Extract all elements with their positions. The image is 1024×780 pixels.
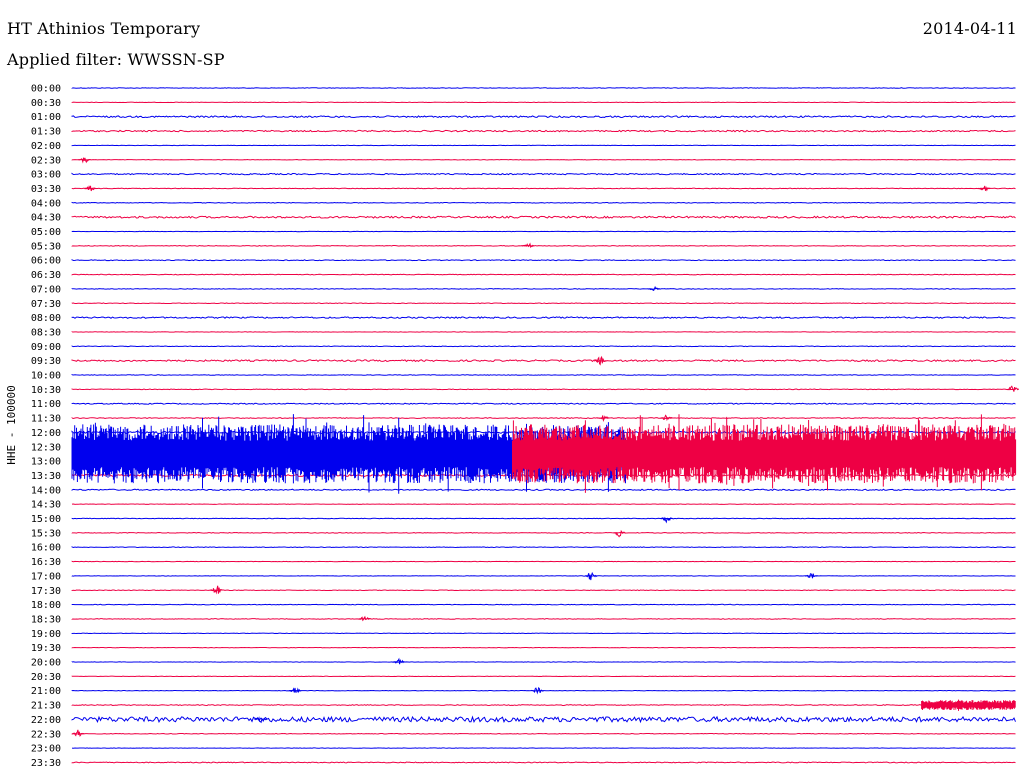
row-label: 07:00 [31, 284, 61, 295]
row-label: 04:00 [31, 198, 61, 209]
row-label: 13:30 [31, 471, 61, 482]
row-label: 16:00 [31, 543, 61, 554]
row-label: 15:30 [31, 528, 61, 539]
row-label: 19:30 [31, 643, 61, 654]
helicorder-plot: HHE - 100000 00:00 00:30 01:00 01:30 02:00 02… [5, 84, 1020, 769]
trace-row [71, 732, 1016, 735]
row-label: 18:30 [31, 614, 61, 625]
event-mark [584, 571, 598, 581]
event-mark [71, 729, 85, 737]
row-label: 05:30 [31, 241, 61, 252]
trace-row [71, 715, 1016, 724]
event-mark [78, 157, 91, 164]
row-label: 23:00 [31, 744, 61, 755]
row-label: 06:30 [31, 270, 61, 281]
trace-row [71, 532, 1016, 534]
trace-row [71, 618, 1016, 620]
row-label: 18:00 [31, 600, 61, 611]
row-label: 03:30 [31, 184, 61, 195]
trace-row [71, 129, 1016, 133]
row-label: 20:30 [31, 672, 61, 683]
row-label: 12:30 [31, 442, 61, 453]
row-label: 06:00 [31, 256, 61, 267]
row-label: 22:00 [31, 715, 61, 726]
event-mark [1006, 385, 1020, 392]
row-label: 08:30 [31, 327, 61, 338]
row-label: 04:30 [31, 213, 61, 224]
row-label: 11:00 [31, 399, 61, 410]
row-label: 15:00 [31, 514, 61, 525]
trace-row [71, 87, 1016, 89]
trace-row [71, 402, 1016, 405]
event-mark [531, 686, 544, 695]
trace-row [71, 273, 1016, 276]
trace-row [71, 761, 1016, 764]
row-label: 22:30 [31, 729, 61, 740]
row-label: 02:00 [31, 141, 61, 152]
row-label: 10:30 [31, 385, 61, 396]
trace-row [71, 316, 1016, 319]
event-mark [210, 585, 223, 595]
row-label: 23:30 [31, 758, 61, 769]
time-labels: 00:00 00:30 01:00 01:30 02:00 02:30 03:00 03:30… [31, 84, 61, 769]
row-label: 14:30 [31, 500, 61, 511]
row-label: 01:00 [31, 112, 61, 123]
trace-row [71, 546, 1016, 549]
event-mark [392, 657, 406, 665]
trace-group [71, 87, 1020, 764]
row-label: 11:30 [31, 414, 61, 425]
event-mark [647, 285, 661, 291]
trace-row [71, 345, 1016, 348]
row-label: 20:00 [31, 658, 61, 669]
event-mark [613, 529, 626, 538]
trace-row [71, 517, 1016, 520]
trace-row [71, 374, 1016, 376]
event-mark [84, 184, 97, 192]
row-label: 00:00 [31, 84, 61, 95]
row-label: 07:30 [31, 299, 61, 310]
row-label: 01:30 [31, 127, 61, 138]
trace-row [71, 215, 1016, 219]
row-label: 21:30 [31, 701, 61, 712]
trace-row [71, 302, 1016, 305]
row-label: 14:00 [31, 485, 61, 496]
event-mark [978, 185, 991, 192]
row-label: 21:00 [31, 686, 61, 697]
trace-row [71, 704, 1016, 706]
trace-row [71, 201, 1016, 204]
row-label: 13:00 [31, 457, 61, 468]
row-label: 05:00 [31, 227, 61, 238]
row-label: 16:30 [31, 557, 61, 568]
row-label: 03:00 [31, 170, 61, 181]
trace-row [71, 417, 1016, 419]
burst-mark [921, 699, 1016, 711]
row-label: 08:00 [31, 313, 61, 324]
row-label: 02:30 [31, 155, 61, 166]
trace-row [71, 172, 1016, 176]
row-label: 00:30 [31, 98, 61, 109]
trace-row [71, 245, 1016, 247]
trace-row [71, 115, 1016, 119]
trace-row [71, 187, 1016, 190]
row-label: 09:00 [31, 342, 61, 353]
row-label: 12:00 [31, 428, 61, 439]
trace-row [71, 488, 1016, 491]
trace-row [71, 259, 1016, 262]
row-label: 17:00 [31, 571, 61, 582]
trace-row [71, 388, 1016, 391]
trace-row [71, 288, 1016, 290]
trace-row [71, 603, 1016, 606]
row-label: 19:00 [31, 629, 61, 640]
y-axis-label: HHE - 100000 [5, 385, 18, 464]
trace-row [71, 359, 1016, 363]
row-label: 09:30 [31, 356, 61, 367]
row-label: 17:30 [31, 586, 61, 597]
row-label: 10:00 [31, 371, 61, 382]
